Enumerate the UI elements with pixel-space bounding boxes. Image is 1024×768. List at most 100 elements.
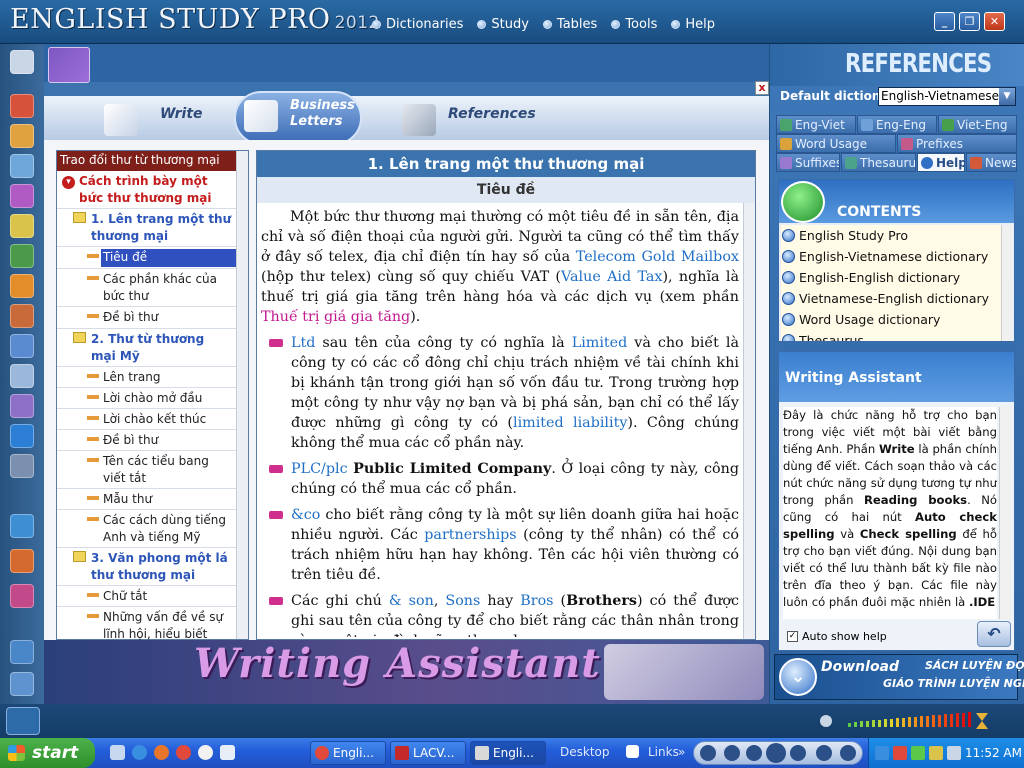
- contents-item[interactable]: Vietnamese-English dictionary: [781, 288, 1001, 309]
- contents-item[interactable]: English-Vietnamese dictionary: [781, 246, 1001, 267]
- default-dictionary-select[interactable]: English-Vietnamese ▼: [878, 87, 1016, 106]
- tab-thesaurus[interactable]: Thesaurus: [841, 153, 916, 172]
- task-chrome[interactable]: Engli...: [310, 741, 386, 765]
- contents-scrollbar[interactable]: [1001, 225, 1013, 341]
- task-lacviet[interactable]: LACV...: [390, 741, 466, 765]
- tray-shield-icon[interactable]: [929, 746, 943, 760]
- puzzle-icon[interactable]: [10, 334, 34, 358]
- link[interactable]: PLC/plc: [291, 461, 348, 477]
- tree-item[interactable]: Các phần khác của bức thư: [57, 269, 236, 307]
- tree-scrollbar[interactable]: [236, 151, 248, 639]
- quicklaunch-calc-icon[interactable]: [220, 745, 235, 760]
- menu-dictionaries[interactable]: Dictionaries: [372, 17, 463, 32]
- music-icon[interactable]: [10, 584, 34, 608]
- quicklaunch-chrome-icon[interactable]: [176, 745, 191, 760]
- contents-item[interactable]: English Study Pro: [781, 225, 1001, 246]
- globe-icon[interactable]: [10, 424, 34, 448]
- cube-icon[interactable]: [10, 304, 34, 328]
- window-icon[interactable]: [10, 672, 34, 696]
- desktop-toolbar[interactable]: Desktop: [560, 745, 610, 759]
- auto-show-help-checkbox[interactable]: ✓ Auto show help: [787, 630, 887, 643]
- books-icon[interactable]: [10, 184, 34, 208]
- menu-tables[interactable]: Tables: [542, 17, 597, 32]
- link[interactable]: Thuế trị giá gia tăng: [261, 309, 410, 325]
- contents-item[interactable]: Word Usage dictionary: [781, 309, 1001, 330]
- scroll-up-icon[interactable]: [10, 514, 34, 538]
- tree-icon[interactable]: [10, 394, 34, 418]
- link[interactable]: Telecom Gold Mailbox: [576, 249, 739, 265]
- menu-help[interactable]: Help: [671, 17, 715, 32]
- volume-icon[interactable]: [816, 745, 832, 761]
- previous-icon[interactable]: [746, 745, 762, 761]
- contents-item[interactable]: Thesaurus: [781, 330, 1001, 341]
- chevron-right-icon[interactable]: »: [678, 745, 685, 759]
- notepad-icon[interactable]: [10, 50, 34, 74]
- tree-item[interactable]: Lời chào kết thúc: [57, 409, 236, 430]
- volume-slider[interactable]: [818, 711, 998, 731]
- link[interactable]: Limited: [572, 335, 628, 351]
- task-english-study[interactable]: Engli...: [470, 741, 546, 765]
- quicklaunch-ie-icon[interactable]: [132, 745, 147, 760]
- link[interactable]: & son: [389, 593, 434, 609]
- tray-update-icon[interactable]: [911, 746, 925, 760]
- book-icon[interactable]: [10, 154, 34, 178]
- module-close-button[interactable]: x: [755, 81, 769, 95]
- close-button[interactable]: ✕: [984, 12, 1005, 31]
- link[interactable]: Bros: [520, 593, 553, 609]
- tree-item[interactable]: Đề bì thư: [57, 307, 236, 329]
- headset-icon[interactable]: [6, 707, 40, 735]
- game-icon[interactable]: [10, 549, 34, 573]
- tab-eng-viet[interactable]: Eng-Viet: [776, 115, 856, 134]
- tree-item-selected[interactable]: Tiêu đề: [57, 247, 236, 269]
- pause-icon[interactable]: [766, 743, 786, 763]
- tab-viet-eng[interactable]: Viet-Eng: [938, 115, 1017, 134]
- pot-icon[interactable]: [10, 124, 34, 148]
- tray-antivirus-icon[interactable]: [893, 746, 907, 760]
- tools-icon[interactable]: [10, 214, 34, 238]
- tree-item[interactable]: Lên trang: [57, 367, 236, 388]
- link[interactable]: partnerships: [424, 527, 516, 543]
- restore-button[interactable]: ❐: [959, 12, 980, 31]
- tray-volume-icon[interactable]: [947, 746, 961, 760]
- help-scrollbar[interactable]: [999, 407, 1011, 619]
- quicklaunch-media-icon[interactable]: [198, 745, 213, 760]
- tree-item[interactable]: ▾ Cách trình bày một bức thư thương mại: [57, 171, 236, 209]
- tree-item[interactable]: Tên các tiểu bang viết tắt: [57, 451, 236, 489]
- blocks-icon[interactable]: [10, 94, 34, 118]
- tree-item[interactable]: Lời chào mở đầu: [57, 388, 236, 409]
- next-icon[interactable]: [790, 745, 806, 761]
- link[interactable]: Ltd: [291, 335, 315, 351]
- tab-prefixes[interactable]: Prefixes: [897, 134, 1017, 153]
- link[interactable]: Value Aid Tax: [561, 269, 662, 285]
- tab-references[interactable]: References: [448, 106, 536, 122]
- tree-item[interactable]: Các cách dùng tiếng Anh và tiếng Mỹ: [57, 510, 236, 548]
- tray-network-icon[interactable]: [875, 746, 889, 760]
- tree-item[interactable]: Những vấn đề về sự lĩnh hội, hiểu biết: [57, 607, 236, 641]
- menu-study[interactable]: Study: [477, 17, 529, 32]
- tab-help[interactable]: Help: [917, 153, 965, 172]
- play-icon[interactable]: [700, 745, 716, 761]
- checkbox-icon[interactable]: ✓: [787, 631, 798, 642]
- chevron-down-icon[interactable]: ▼: [999, 88, 1015, 105]
- tree-item[interactable]: 2. Thư từ thương mại Mỹ: [57, 329, 236, 367]
- stop-icon[interactable]: [724, 745, 740, 761]
- back-button[interactable]: ↶: [977, 621, 1011, 647]
- links-toolbar[interactable]: Links: [648, 745, 679, 759]
- tree-item[interactable]: 3. Văn phong một lá thư thương mại: [57, 548, 236, 586]
- collapse-icon[interactable]: ▾: [62, 176, 75, 189]
- document-icon[interactable]: [10, 454, 34, 478]
- download-banner[interactable]: ⌄ Download SÁCH LUYỆN ĐỌC GIÁO TRÌNH LUY…: [774, 654, 1024, 700]
- link[interactable]: limited liability: [513, 415, 627, 431]
- link[interactable]: &co: [291, 507, 320, 523]
- quiz-icon[interactable]: [10, 274, 34, 298]
- tree-item[interactable]: Chữ tắt: [57, 586, 236, 607]
- quicklaunch-explorer-icon[interactable]: [110, 745, 125, 760]
- expand-icon[interactable]: [840, 745, 856, 761]
- article-scrollbar[interactable]: [743, 203, 755, 639]
- quicklaunch-firefox-icon[interactable]: [154, 745, 169, 760]
- tree-item[interactable]: Đề bì thư: [57, 430, 236, 451]
- help-icon[interactable]: [626, 745, 639, 758]
- tree-header[interactable]: Trao đổi thư từ thương mại: [57, 151, 236, 171]
- tab-news[interactable]: News: [966, 153, 1017, 172]
- tab-write[interactable]: Write: [160, 106, 203, 122]
